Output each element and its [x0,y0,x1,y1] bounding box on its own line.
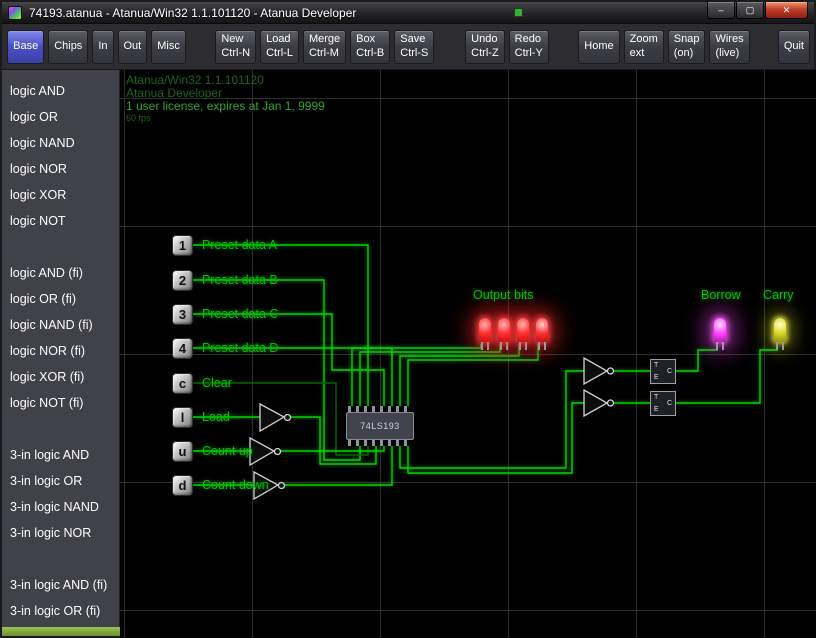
load-button[interactable]: LoadCtrl-L [260,30,299,64]
input-button-preset-c[interactable]: 3 [172,304,193,325]
tab-misc[interactable]: Misc [151,30,186,64]
home-button[interactable]: Home [578,30,619,64]
tce-box-carry[interactable]: T C E [650,391,676,416]
label-preset-d: Preset data D [202,341,278,355]
sidebar-item-logic-nand[interactable]: logic NAND [2,130,119,156]
undo-button[interactable]: UndoCtrl-Z [465,30,505,64]
sidebar-item-3in-and-fi[interactable]: 3-in logic AND (fi) [2,572,119,598]
not-gate-borrow[interactable] [584,358,614,384]
component-list: logic AND logic OR logic NAND logic NOR … [2,70,120,636]
sidebar-item-logic-nor[interactable]: logic NOR [2,156,119,182]
sidebar-item-3in-and[interactable]: 3-in logic AND [2,442,119,468]
input-button-preset-b[interactable]: 2 [172,270,193,291]
label-preset-b: Preset data B [202,273,278,287]
toolbar: Base Chips In Out Misc NewCtrl-N LoadCtr… [2,24,814,70]
tab-out[interactable]: Out [118,30,148,64]
sidebar-item-logic-and[interactable]: logic AND [2,78,119,104]
bottom-strip [2,627,120,636]
sidebar-item-logic-xor-fi[interactable]: logic XOR (fi) [2,364,119,390]
merge-button[interactable]: MergeCtrl-M [303,30,346,64]
tce-box-borrow[interactable]: T C E [650,359,676,384]
label-clear: Clear [202,376,232,390]
label-preset-c: Preset data C [202,307,278,321]
led-output-bit-3[interactable] [478,318,492,350]
new-button[interactable]: NewCtrl-N [215,30,256,64]
redo-button[interactable]: RedoCtrl-Y [509,30,549,64]
sidebar-item-logic-xor[interactable]: logic XOR [2,182,119,208]
input-button-count-up[interactable]: u [172,441,193,462]
label-load: Load [202,410,230,424]
sidebar-item-3in-or-fi[interactable]: 3-in logic OR (fi) [2,598,119,624]
led-carry[interactable] [773,318,787,350]
wires-button[interactable]: Wires(live) [709,30,749,64]
tab-in[interactable]: In [92,30,113,64]
minimize-button[interactable]: – [707,2,735,19]
led-output-bit-1[interactable] [516,318,530,350]
input-button-preset-a[interactable]: 1 [172,235,193,256]
sidebar-item-logic-nand-fi[interactable]: logic NAND (fi) [2,312,119,338]
chip-pins-bottom [348,440,412,446]
save-button[interactable]: SaveCtrl-S [394,30,434,64]
sidebar-item-logic-or[interactable]: logic OR [2,104,119,130]
maximize-button[interactable]: ▢ [736,2,764,19]
chip-74ls193[interactable]: 74LS193 [346,412,414,440]
label-count-down: Count down [202,478,269,492]
quit-button[interactable]: Quit [778,30,810,64]
label-count-up: Count up [202,444,253,458]
led-borrow[interactable] [713,318,727,350]
schematic-canvas[interactable]: Atanua/Win32 1.1.101120 Atanua Developer… [120,70,816,638]
app-window: 74193.atanua - Atanua/Win32 1.1.101120 -… [0,0,816,638]
sidebar-item-logic-not[interactable]: logic NOT [2,208,119,234]
label-output-bits: Output bits [473,288,533,302]
sidebar-item-3in-nand[interactable]: 3-in logic NAND [2,494,119,520]
not-gate-count-up[interactable] [250,438,281,465]
label-carry: Carry [763,288,794,302]
led-output-bit-0[interactable] [535,318,549,350]
sidebar-item-3in-or[interactable]: 3-in logic OR [2,468,119,494]
sidebar-item-logic-not-fi[interactable]: logic NOT (fi) [2,390,119,416]
stray-green-icon [514,8,523,17]
sidebar-item-3in-nor[interactable]: 3-in logic NOR [2,520,119,546]
sidebar-item-logic-and-fi[interactable]: logic AND (fi) [2,260,119,286]
input-button-count-down[interactable]: d [172,475,193,496]
zoom-ext-button[interactable]: Zoomext [624,30,664,64]
input-button-clear[interactable]: c [172,373,193,394]
sidebar-item-logic-or-fi[interactable]: logic OR (fi) [2,286,119,312]
led-output-bit-2[interactable] [497,318,511,350]
label-preset-a: Preset data A [202,238,277,252]
sidebar-item-logic-nor-fi[interactable]: logic NOR (fi) [2,338,119,364]
close-button[interactable]: ✕ [765,2,808,19]
window-title: 74193.atanua - Atanua/Win32 1.1.101120 -… [29,6,356,20]
label-borrow: Borrow [701,288,741,302]
tab-chips[interactable]: Chips [48,30,88,64]
tab-base[interactable]: Base [7,30,44,64]
not-gate-carry[interactable] [584,390,614,416]
input-button-preset-d[interactable]: 4 [172,338,193,359]
input-button-load[interactable]: l [172,407,193,428]
titlebar[interactable]: 74193.atanua - Atanua/Win32 1.1.101120 -… [2,2,814,24]
snap-button[interactable]: Snap(on) [668,30,706,64]
box-button[interactable]: BoxCtrl-B [350,30,390,64]
not-gate-load[interactable] [260,404,291,431]
app-icon [8,6,22,20]
